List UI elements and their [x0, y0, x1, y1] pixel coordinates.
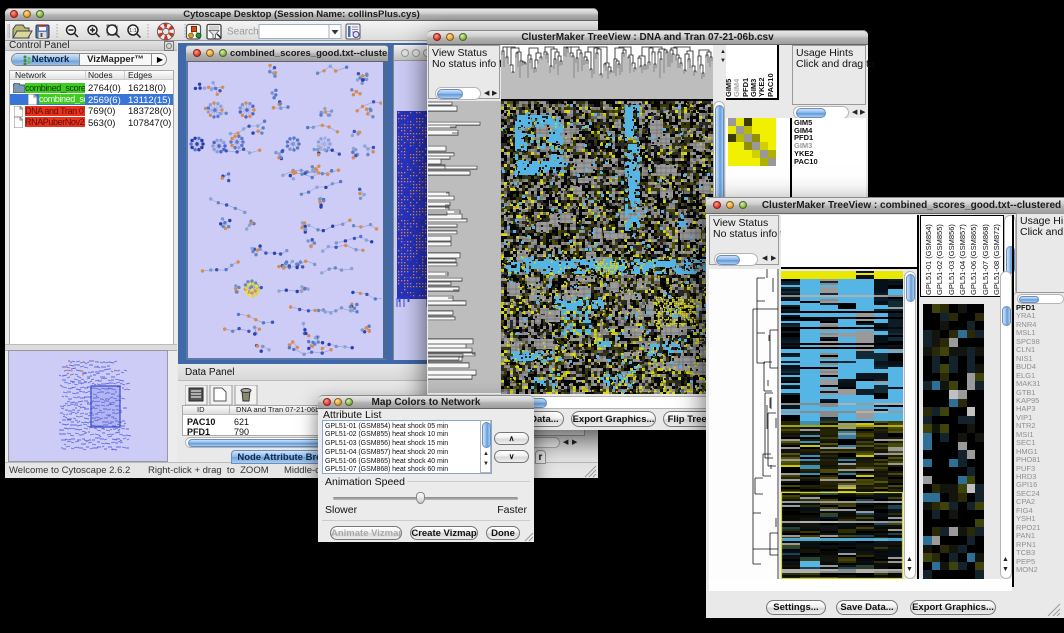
svg-text:Search:: Search: — [227, 27, 261, 38]
svg-text:1:1: 1:1 — [129, 28, 137, 34]
